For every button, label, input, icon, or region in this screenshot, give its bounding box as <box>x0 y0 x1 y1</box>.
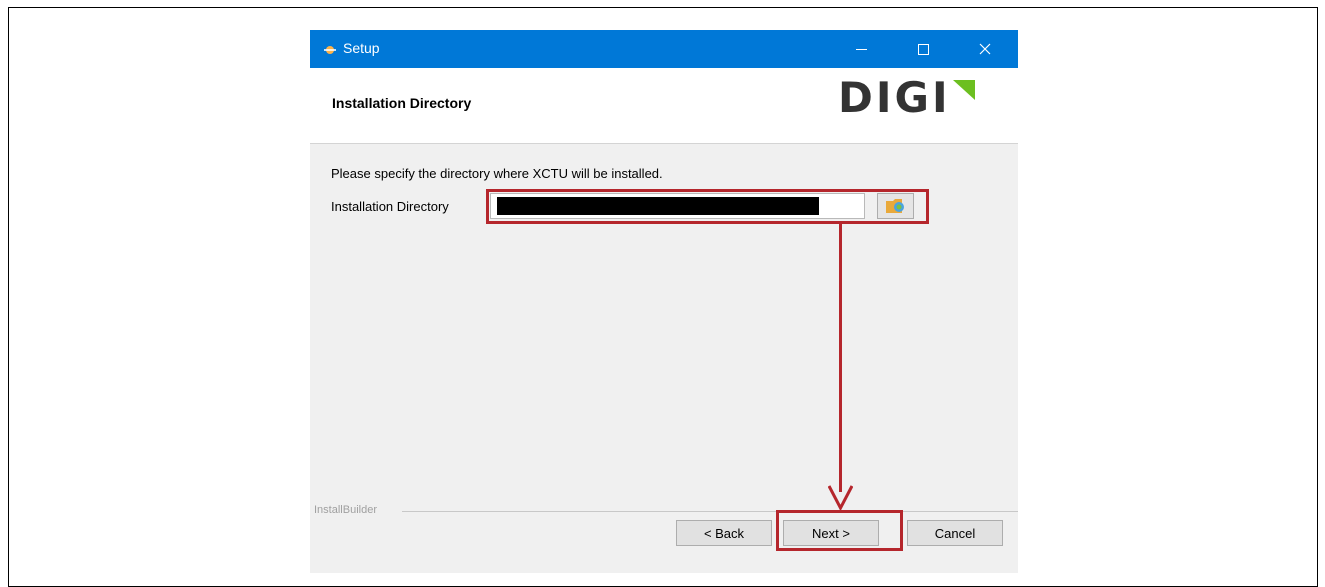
minimize-icon[interactable] <box>838 30 884 68</box>
annotation-arrow-line <box>839 222 842 492</box>
footer-divider <box>402 511 1018 512</box>
page-title: Installation Directory <box>332 95 472 111</box>
digi-logo: DIGI <box>838 76 975 120</box>
setup-icon <box>324 46 336 54</box>
cancel-button[interactable]: Cancel <box>907 520 1003 546</box>
title-bar[interactable]: Setup <box>310 30 1018 68</box>
logo-text: DIGI <box>838 73 951 122</box>
window-title: Setup <box>343 40 380 56</box>
arrow-down-icon <box>828 485 853 510</box>
directory-label: Installation Directory <box>331 199 449 214</box>
directory-highlight-box <box>486 189 929 224</box>
back-button[interactable]: < Back <box>676 520 772 546</box>
installbuilder-label: InstallBuilder <box>314 504 377 516</box>
wizard-header: Installation Directory DIGI <box>310 68 1018 144</box>
maximize-icon[interactable] <box>900 30 946 68</box>
setup-window: Setup Installation Directory DIGI Please… <box>310 30 1018 573</box>
logo-accent-icon <box>952 80 975 100</box>
next-highlight-box <box>776 510 903 551</box>
close-icon[interactable] <box>962 30 1008 68</box>
instruction-text: Please specify the directory where XCTU … <box>331 166 663 181</box>
